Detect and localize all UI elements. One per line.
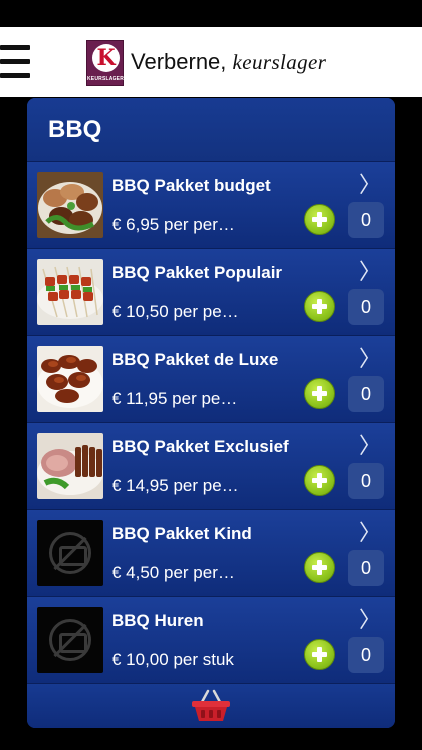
product-price: € 11,95 per pe… bbox=[112, 389, 238, 408]
panel-footer bbox=[27, 683, 395, 728]
product-name: BBQ Pakket budget bbox=[112, 176, 271, 195]
product-list: BBQ Pakket budget € 6,95 per per… 〉 0 BB… bbox=[27, 161, 395, 683]
chevron-right-icon[interactable]: 〉 bbox=[359, 435, 381, 457]
product-name: BBQ Pakket Kind bbox=[112, 524, 252, 543]
logo-letter: K bbox=[96, 45, 116, 71]
quantity-field[interactable]: 0 bbox=[348, 637, 384, 673]
meat-patties-photo bbox=[37, 172, 103, 238]
keurslager-logo: K KEURSLAGER bbox=[86, 40, 124, 86]
quantity-field[interactable]: 0 bbox=[348, 289, 384, 325]
chevron-right-icon[interactable]: 〉 bbox=[359, 609, 381, 631]
product-name: BBQ Pakket Exclusief bbox=[112, 437, 289, 456]
add-button[interactable] bbox=[304, 552, 335, 583]
product-row[interactable]: BBQ Pakket Populair € 10,50 per pe… 〉 0 bbox=[27, 248, 395, 335]
product-price: € 10,50 per pe… bbox=[112, 302, 239, 321]
quantity-field[interactable]: 0 bbox=[348, 202, 384, 238]
chevron-right-icon[interactable]: 〉 bbox=[359, 522, 381, 544]
hamburger-menu-icon[interactable] bbox=[0, 45, 30, 79]
brand-title: Verberne, keurslager bbox=[131, 49, 326, 75]
product-name: BBQ Pakket Populair bbox=[112, 263, 283, 282]
brand-name: Verberne, bbox=[131, 49, 227, 74]
skewers-photo bbox=[37, 259, 103, 325]
brand-tagline: keurslager bbox=[232, 50, 327, 74]
status-bar bbox=[0, 0, 422, 27]
top-bar: K KEURSLAGER Verberne, keurslager bbox=[0, 27, 422, 97]
add-button[interactable] bbox=[304, 639, 335, 670]
product-row[interactable]: BBQ Pakket de Luxe € 11,95 per pe… 〉 0 bbox=[27, 335, 395, 422]
quantity-field[interactable]: 0 bbox=[348, 463, 384, 499]
logo-text: KEURSLAGER bbox=[87, 76, 125, 82]
category-panel: BBQ BBQ Pakket budget € 6,95 per per… 〉 … bbox=[27, 98, 395, 728]
chevron-right-icon[interactable]: 〉 bbox=[359, 174, 381, 196]
product-price: € 6,95 per per… bbox=[112, 215, 235, 234]
product-row[interactable]: BBQ Pakket Kind € 4,50 per per… 〉 0 bbox=[27, 509, 395, 596]
quantity-field[interactable]: 0 bbox=[348, 550, 384, 586]
chevron-right-icon[interactable]: 〉 bbox=[359, 348, 381, 370]
grilled-meat-photo bbox=[37, 346, 103, 412]
product-row[interactable]: BBQ Huren € 10,00 per stuk 〉 0 bbox=[27, 596, 395, 683]
category-title: BBQ bbox=[48, 116, 102, 143]
add-button[interactable] bbox=[304, 465, 335, 496]
category-header: BBQ bbox=[27, 98, 395, 161]
product-row[interactable]: BBQ Pakket Exclusief € 14,95 per pe… 〉 0 bbox=[27, 422, 395, 509]
chevron-right-icon[interactable]: 〉 bbox=[359, 261, 381, 283]
quantity-field[interactable]: 0 bbox=[348, 376, 384, 412]
add-button[interactable] bbox=[304, 204, 335, 235]
product-price: € 10,00 per stuk bbox=[112, 650, 234, 669]
sliced-roast-photo bbox=[37, 433, 103, 499]
no-photo-icon bbox=[37, 607, 103, 673]
product-name: BBQ Huren bbox=[112, 611, 204, 630]
add-button[interactable] bbox=[304, 291, 335, 322]
product-price: € 14,95 per pe… bbox=[112, 476, 239, 495]
shopping-basket-icon[interactable] bbox=[190, 689, 232, 723]
no-photo-icon bbox=[37, 520, 103, 586]
product-name: BBQ Pakket de Luxe bbox=[112, 350, 279, 369]
add-button[interactable] bbox=[304, 378, 335, 409]
product-row[interactable]: BBQ Pakket budget € 6,95 per per… 〉 0 bbox=[27, 161, 395, 248]
product-price: € 4,50 per per… bbox=[112, 563, 235, 582]
